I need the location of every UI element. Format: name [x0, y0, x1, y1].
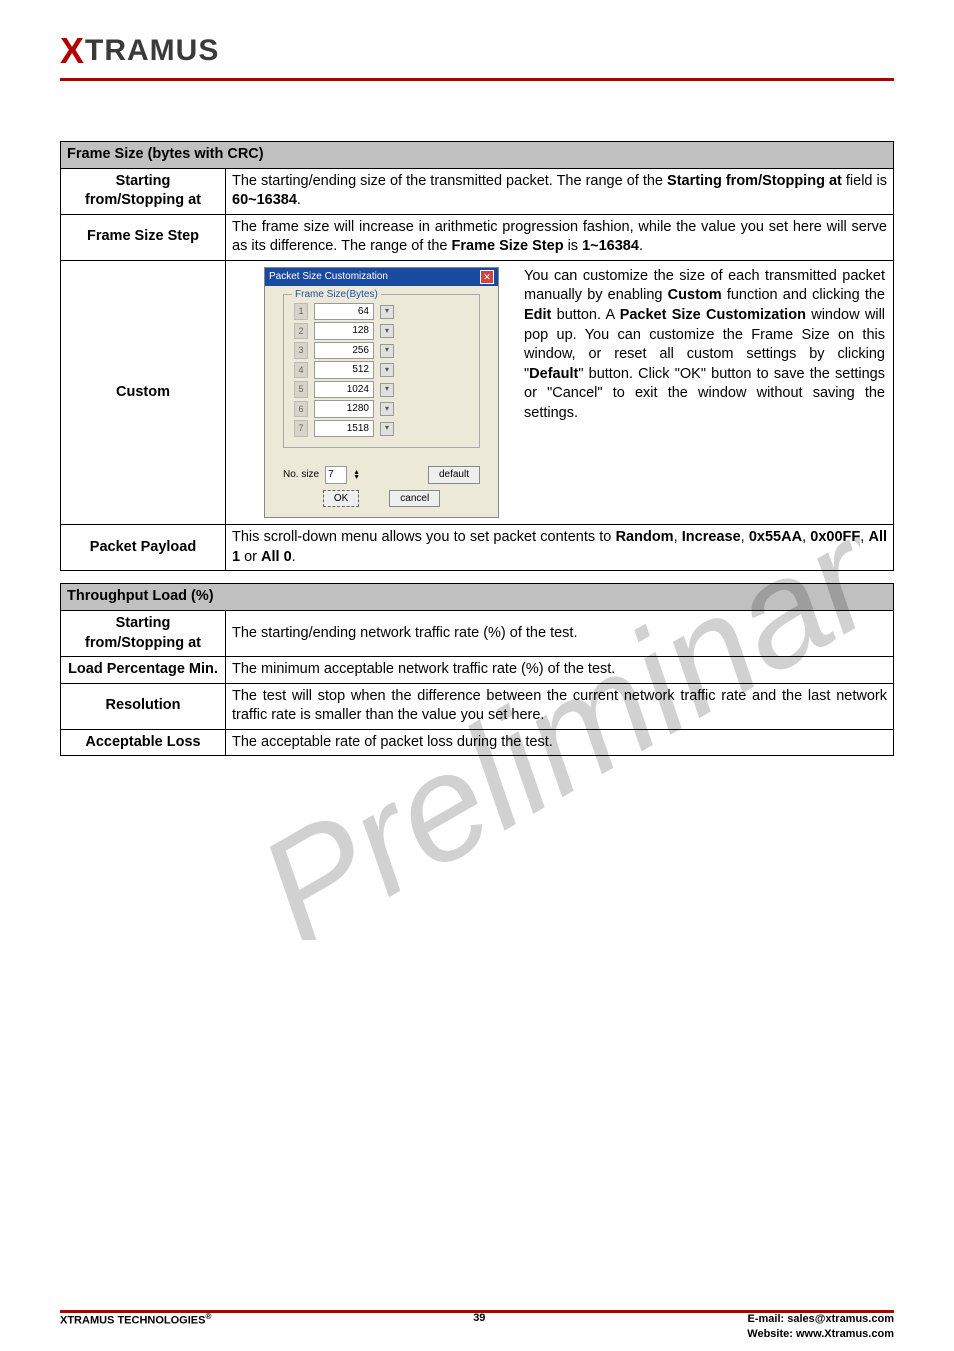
- fs-index: 3: [294, 342, 308, 358]
- packet-size-dialog: Packet Size Customization ✕ Frame Size(B…: [264, 267, 499, 519]
- fs-value-input[interactable]: 1518: [314, 420, 374, 438]
- row-content-starting: The starting/ending size of the transmit…: [226, 168, 894, 214]
- t2-text-0: The starting/ending network traffic rate…: [226, 611, 894, 657]
- chevron-down-icon[interactable]: ▾: [380, 383, 394, 397]
- fs-index: 1: [294, 303, 308, 319]
- table2-header: Throughput Load (%): [61, 584, 894, 611]
- fs-index: 5: [294, 381, 308, 397]
- t2-text-2: The test will stop when the difference b…: [226, 683, 894, 729]
- fs-index: 6: [294, 401, 308, 417]
- fs-value-input[interactable]: 1280: [314, 400, 374, 418]
- row-content-payload: This scroll-down menu allows you to set …: [226, 525, 894, 571]
- t2-text-1: The minimum acceptable network traffic r…: [226, 657, 894, 684]
- footer-right: E-mail: sales@xtramus.com Website: www.X…: [747, 1312, 894, 1341]
- t2-text-3: The acceptable rate of packet loss durin…: [226, 729, 894, 756]
- footer-page: 39: [473, 1312, 485, 1324]
- frame-size-row: 4 512 ▾: [294, 361, 469, 379]
- group-legend: Frame Size(Bytes): [292, 288, 381, 302]
- chevron-down-icon[interactable]: ▾: [380, 363, 394, 377]
- table1-header: Frame Size (bytes with CRC): [61, 142, 894, 169]
- row-label-custom: Custom: [61, 260, 226, 525]
- footer-left: XTRAMUS TECHNOLOGIES®: [60, 1312, 211, 1327]
- chevron-down-icon[interactable]: ▾: [380, 324, 394, 338]
- frame-size-table: Frame Size (bytes with CRC) Starting fro…: [60, 141, 894, 571]
- no-size-label: No. size: [283, 468, 319, 482]
- frame-size-row: 6 1280 ▾: [294, 400, 469, 418]
- close-icon[interactable]: ✕: [480, 270, 494, 284]
- fs-index: 4: [294, 362, 308, 378]
- top-rule: [60, 78, 894, 81]
- chevron-down-icon[interactable]: ▾: [380, 422, 394, 436]
- row-content-step: The frame size will increase in arithmet…: [226, 214, 894, 260]
- dialog-titlebar: Packet Size Customization ✕: [265, 268, 498, 286]
- t2-label-1: Load Percentage Min.: [61, 657, 226, 684]
- row-label-payload: Packet Payload: [61, 525, 226, 571]
- no-size-input[interactable]: 7: [325, 466, 347, 484]
- logo-x: X: [60, 30, 85, 71]
- fs-index: 2: [294, 323, 308, 339]
- chevron-down-icon[interactable]: ▾: [380, 344, 394, 358]
- fs-index: 7: [294, 420, 308, 436]
- row-label-starting: Starting from/Stopping at: [61, 168, 226, 214]
- chevron-down-icon[interactable]: ▾: [380, 402, 394, 416]
- dialog-title-text: Packet Size Customization: [269, 270, 388, 284]
- cancel-button[interactable]: cancel: [389, 490, 440, 508]
- chevron-down-icon[interactable]: ▾: [380, 305, 394, 319]
- ok-button[interactable]: OK: [323, 490, 359, 508]
- logo-rest: TRAMUS: [85, 34, 219, 67]
- spinner-buttons[interactable]: ▲▼: [353, 470, 365, 480]
- throughput-table: Throughput Load (%) Starting from/Stoppi…: [60, 583, 894, 756]
- footer: XTRAMUS TECHNOLOGIES® 39 E-mail: sales@x…: [60, 1312, 894, 1341]
- fs-value-input[interactable]: 128: [314, 322, 374, 340]
- t2-label-3: Acceptable Loss: [61, 729, 226, 756]
- row-label-step: Frame Size Step: [61, 214, 226, 260]
- custom-description: You can customize the size of each trans…: [524, 267, 885, 424]
- fs-value-input[interactable]: 1024: [314, 381, 374, 399]
- fs-value-input[interactable]: 64: [314, 303, 374, 321]
- frame-size-row: 1 64 ▾: [294, 303, 469, 321]
- frame-size-row: 5 1024 ▾: [294, 381, 469, 399]
- fs-value-input[interactable]: 512: [314, 361, 374, 379]
- default-button[interactable]: default: [428, 466, 480, 484]
- frame-size-row: 2 128 ▾: [294, 322, 469, 340]
- t2-label-0: Starting from/Stopping at: [61, 611, 226, 657]
- t2-label-2: Resolution: [61, 683, 226, 729]
- fs-value-input[interactable]: 256: [314, 342, 374, 360]
- frame-size-group: Frame Size(Bytes) 164▾2128▾3256▾4512▾510…: [283, 294, 480, 449]
- frame-size-row: 3 256 ▾: [294, 342, 469, 360]
- frame-size-row: 7 1518 ▾: [294, 420, 469, 438]
- row-content-custom: Packet Size Customization ✕ Frame Size(B…: [226, 260, 894, 525]
- logo: XTRAMUS: [60, 30, 894, 72]
